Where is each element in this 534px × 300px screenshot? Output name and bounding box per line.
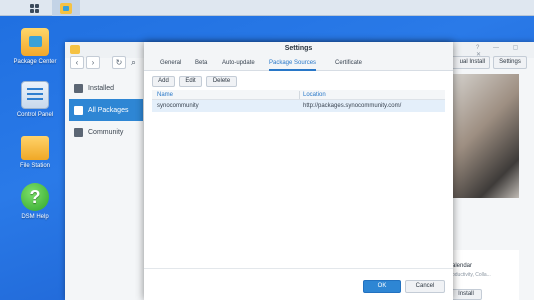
sidebar-item-installed[interactable]: Installed bbox=[69, 77, 143, 99]
toolbar: ‹ › ↻ ⌕ bbox=[65, 56, 145, 70]
desktop-icon-package-center[interactable]: Package Center bbox=[8, 28, 62, 66]
cell-location: http://packages.synocommunity.com/ bbox=[303, 103, 402, 109]
tab-auto-update[interactable]: Auto-update bbox=[222, 58, 255, 71]
tab-bar: General Beta Auto-update Package Sources… bbox=[144, 56, 453, 71]
cell-name: synocommunity bbox=[157, 103, 199, 109]
package-sources-table: Name Location synocommunity http://packa… bbox=[152, 90, 445, 112]
settings-button[interactable]: Settings bbox=[493, 56, 527, 69]
desktop-icon-label: Control Panel bbox=[16, 112, 54, 118]
refresh-button[interactable]: ↻ bbox=[112, 56, 126, 69]
desktop-icon-label: File Station bbox=[19, 163, 50, 169]
sidebar: Installed All Packages Community bbox=[65, 72, 143, 300]
sidebar-item-label: Community bbox=[88, 128, 124, 136]
taskbar bbox=[0, 0, 534, 16]
promo-banner-image[interactable] bbox=[446, 74, 519, 198]
sidebar-item-all-packages[interactable]: All Packages bbox=[69, 99, 143, 121]
grid-icon bbox=[29, 3, 39, 13]
column-header-location[interactable]: Location bbox=[303, 90, 326, 100]
package-center-icon bbox=[21, 28, 49, 56]
edit-button[interactable]: Edit bbox=[179, 76, 202, 87]
cancel-button[interactable]: Cancel bbox=[405, 280, 445, 293]
table-header: Name Location bbox=[152, 90, 445, 100]
community-icon bbox=[74, 127, 83, 137]
tab-certificate[interactable]: Certificate bbox=[335, 58, 362, 71]
forward-button[interactable]: › bbox=[86, 56, 100, 69]
desktop-icon-dsm-help[interactable]: ? DSM Help bbox=[8, 183, 62, 221]
desktop-icon-file-station[interactable]: File Station bbox=[8, 132, 62, 170]
back-button[interactable]: ‹ bbox=[70, 56, 84, 69]
folder-icon bbox=[21, 136, 49, 160]
package-description: oductivity, Colla... bbox=[452, 272, 491, 278]
package-name: alendar bbox=[452, 263, 473, 269]
table-row[interactable]: synocommunity http://packages.synocommun… bbox=[152, 100, 445, 112]
add-button[interactable]: Add bbox=[152, 76, 175, 87]
install-button[interactable]: Install bbox=[450, 289, 482, 300]
sidebar-item-community[interactable]: Community bbox=[69, 121, 143, 143]
package-center-icon bbox=[60, 2, 72, 14]
main-menu-button[interactable] bbox=[20, 0, 48, 16]
control-panel-icon bbox=[21, 81, 49, 109]
taskbar-package-center-button[interactable] bbox=[52, 0, 80, 16]
ok-button[interactable]: OK bbox=[363, 280, 401, 293]
desktop-icon-label: Package Center bbox=[13, 59, 57, 65]
column-header-name[interactable]: Name bbox=[157, 90, 173, 100]
tab-general[interactable]: General bbox=[160, 58, 181, 71]
desktop-icon-control-panel[interactable]: Control Panel bbox=[8, 81, 62, 119]
help-icon: ? bbox=[21, 183, 49, 211]
column-divider bbox=[299, 91, 300, 99]
delete-button[interactable]: Delete bbox=[206, 76, 237, 87]
dialog-title: Settings bbox=[144, 42, 453, 56]
desktop-icon-label: DSM Help bbox=[21, 214, 49, 220]
sidebar-item-label: All Packages bbox=[88, 106, 129, 114]
search-icon[interactable]: ⌕ bbox=[131, 57, 136, 68]
sidebar-item-label: Installed bbox=[88, 84, 115, 92]
grid-icon bbox=[74, 105, 83, 115]
tab-package-sources[interactable]: Package Sources bbox=[269, 58, 317, 71]
settings-dialog: Settings General Beta Auto-update Packag… bbox=[144, 42, 453, 300]
download-icon bbox=[74, 83, 83, 93]
tab-beta[interactable]: Beta bbox=[195, 58, 207, 71]
package-center-icon bbox=[70, 45, 80, 54]
